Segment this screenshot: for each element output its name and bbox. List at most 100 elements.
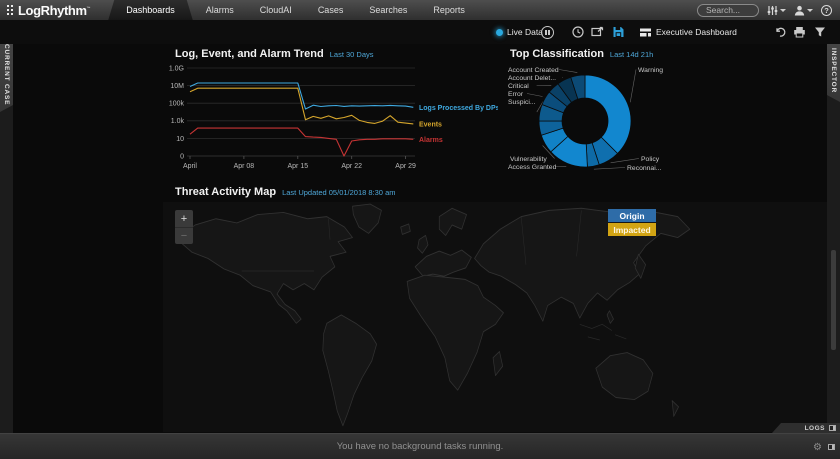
undo-icon (774, 26, 786, 38)
popout-button[interactable] (591, 20, 604, 44)
scrollbar-thumb[interactable] (831, 250, 836, 350)
logrhythm-logo: LogRhythm™ (0, 0, 98, 20)
y-axis-tick-label: 1.0k (171, 118, 185, 125)
y-axis-tick-label: 100k (169, 101, 185, 108)
logs-tab-label: LOGS (805, 425, 825, 432)
undo-button[interactable] (774, 20, 786, 44)
user-icon (794, 5, 805, 16)
filter-icon (814, 26, 826, 38)
donut-label: Critical (508, 83, 529, 90)
panel-toggle-button[interactable] (828, 444, 835, 450)
origin-legend-button[interactable]: Origin (608, 209, 656, 222)
dashboard-toolbar: Live Data (0, 20, 840, 44)
tab-cloudai[interactable]: CloudAI (247, 0, 305, 20)
dashboard-layout-icon (639, 27, 652, 38)
trend-chart-title: Log, Event, and Alarm Trend (175, 48, 324, 60)
series-label: Logs Processed By DPs (419, 105, 498, 112)
tab-cases[interactable]: Cases (305, 0, 357, 20)
help-button[interactable]: ? (821, 5, 832, 16)
gear-icon[interactable]: ⚙ (813, 442, 822, 453)
map-legend: Origin Impacted (608, 209, 656, 236)
inspector-strip: INSPECTOR (827, 20, 840, 433)
panel-toggle-icon (829, 425, 836, 431)
logrhythm-logo-icon (7, 5, 14, 16)
y-axis-tick-label: 10 (176, 136, 184, 143)
inspector-tab[interactable]: INSPECTOR (827, 40, 840, 102)
live-data-label: Live Data (507, 27, 543, 37)
tab-searches[interactable]: Searches (356, 0, 420, 20)
map-header: Threat Activity Map Last Updated 05/01/2… (175, 186, 395, 198)
threat-activity-map: + − Origin Impacted (163, 202, 827, 432)
donut-label: Policy (641, 156, 660, 163)
map-subtitle: Last Updated 05/01/2018 8:30 am (282, 188, 395, 197)
x-axis-tick-label: Apr 15 (287, 163, 308, 170)
tab-dashboards[interactable]: Dashboards (108, 0, 193, 20)
y-axis-tick-label: 10M (170, 83, 184, 90)
donut-label: Warning (638, 67, 663, 74)
chevron-down-icon (780, 9, 786, 12)
trademark: ™ (87, 5, 91, 10)
logs-panel-tab[interactable]: LOGS (772, 423, 840, 433)
tab-alarms[interactable]: Alarms (193, 0, 247, 20)
print-icon (793, 26, 806, 38)
donut-label: Access Granted (508, 164, 557, 171)
trend-chart-subtitle: Last 30 Days (330, 50, 374, 59)
background-tasks-message: You have no background tasks running. (0, 434, 840, 459)
donut-label: Reconnai... (627, 165, 661, 172)
preferences-menu-button[interactable] (767, 5, 786, 16)
series-line-alarms (190, 128, 413, 156)
live-data-indicator-icon (496, 29, 503, 36)
dashboard-selector[interactable]: Executive Dashboard (639, 20, 737, 44)
sliders-icon (767, 5, 778, 16)
logrhythm-dashboard: LogRhythm™ Dashboards Alarms CloudAI Cas… (0, 0, 840, 459)
popout-icon (591, 26, 604, 38)
leader-line (559, 70, 577, 73)
classification-chart-title: Top Classification (510, 48, 604, 60)
donut-segment (585, 75, 631, 154)
pause-button[interactable] (541, 20, 554, 44)
donut-label: Suspici... (508, 99, 536, 106)
series-label: Alarms (419, 137, 443, 144)
clock-icon (572, 26, 584, 38)
current-case-strip: CURRENT CASE (0, 20, 13, 433)
statusbar-icons: ⚙ (813, 434, 835, 459)
search-input[interactable] (697, 4, 759, 17)
classification-donut-chart: WarningPolicyReconnai...Access GrantedVu… (505, 62, 830, 180)
x-axis-tick-label: Apr 08 (234, 163, 255, 170)
trend-chart-header: Log, Event, and Alarm Trend Last 30 Days (175, 48, 374, 60)
impacted-legend-button[interactable]: Impacted (608, 223, 656, 236)
leader-line (527, 94, 543, 97)
time-range-button[interactable] (572, 20, 584, 44)
user-menu-button[interactable] (794, 5, 813, 16)
tab-reports[interactable]: Reports (420, 0, 478, 20)
y-axis-tick-label: 0 (180, 153, 184, 160)
filter-button[interactable] (814, 20, 826, 44)
x-axis-tick-label: Apr 29 (395, 163, 416, 170)
donut-label: Account Created (508, 67, 559, 74)
classification-chart-subtitle: Last 14d 21h (610, 50, 653, 59)
print-button[interactable] (793, 20, 806, 44)
donut-label: Error (508, 91, 524, 98)
current-case-tab[interactable]: CURRENT CASE (0, 38, 13, 112)
leader-line (630, 70, 636, 103)
y-axis-tick-label: 1.0G (169, 65, 184, 72)
series-label: Events (419, 121, 442, 128)
trend-line-chart: 1.0G10M100k1.0k100AprilApr 08Apr 15Apr 2… (163, 60, 498, 180)
pause-icon (541, 26, 554, 39)
map-zoom-out-button[interactable]: − (175, 227, 193, 244)
status-bar: You have no background tasks running. ⚙ (0, 433, 840, 459)
leader-line (611, 159, 639, 163)
brand-name: LogRhythm™ (18, 3, 90, 18)
chevron-down-icon (807, 9, 813, 12)
save-dashboard-button[interactable] (612, 20, 625, 44)
map-zoom-control: + − (175, 210, 193, 244)
top-navigation-bar: LogRhythm™ Dashboards Alarms CloudAI Cas… (0, 0, 840, 20)
world-map (163, 202, 693, 432)
topnav-right-controls: ? (697, 0, 832, 20)
save-icon (612, 26, 625, 38)
leader-line (594, 168, 625, 170)
donut-label: Account Delet... (508, 75, 556, 82)
map-zoom-in-button[interactable]: + (175, 210, 193, 227)
map-title: Threat Activity Map (175, 186, 276, 198)
live-data-toggle[interactable]: Live Data (496, 20, 543, 44)
